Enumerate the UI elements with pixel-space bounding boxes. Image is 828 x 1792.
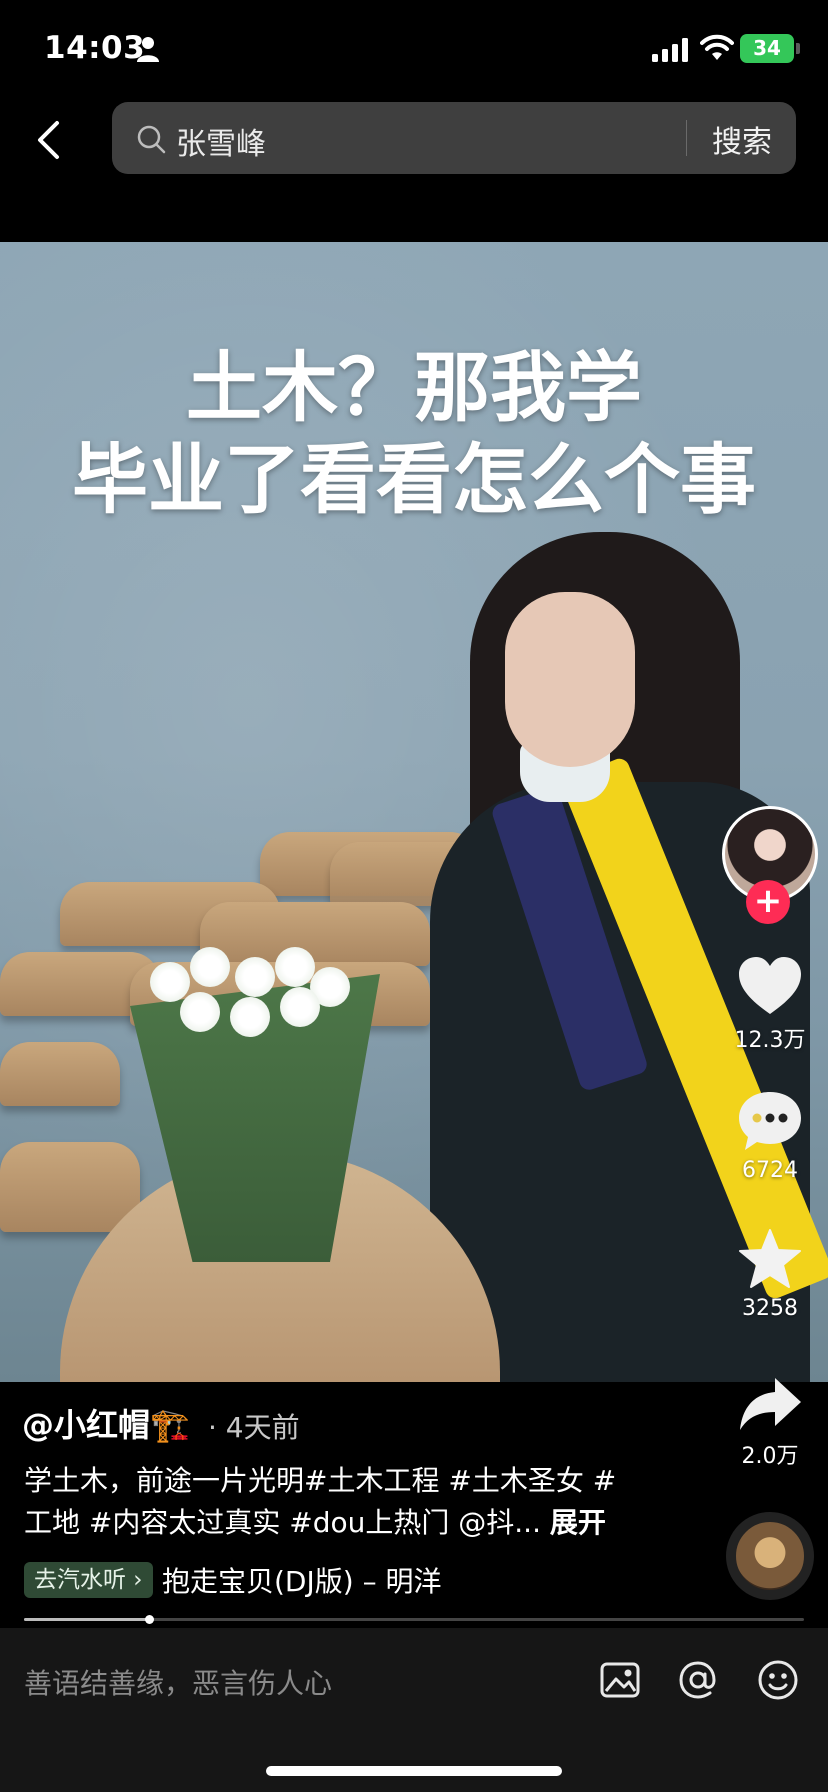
search-divider [686,120,687,156]
comment-count: 6724 [742,1158,798,1183]
follow-button[interactable]: + [746,880,790,924]
author-name[interactable]: @小红帽🏗️ [22,1400,190,1446]
at-icon[interactable] [676,1658,720,1702]
video-flower [150,962,190,1002]
video-player[interactable]: 土木？那我学 毕业了看看怎么个事 [0,242,828,1382]
video-flower [190,947,230,987]
person-icon [137,37,159,62]
battery-tip [796,43,800,54]
video-overlay-title-line1: 土木？那我学 [186,343,642,432]
search-icon [137,125,166,154]
video-seat [0,1142,140,1232]
emoji-icon[interactable] [756,1658,800,1702]
search-query: 张雪峰 [176,127,266,162]
video-flower [230,997,270,1037]
battery-icon: 34 [740,34,794,63]
like-button[interactable]: 12.3万 [722,956,818,1054]
music-disc-icon[interactable] [726,1512,814,1600]
video-overlay-title-line2: 毕业了看看怎么个事 [72,435,756,524]
status-bar: 14:03 34 [0,0,828,100]
music-title[interactable]: 抱走宝贝(DJ版) – 明洋 [162,1560,441,1600]
video-flower [235,957,275,997]
comment-input[interactable]: 善语结善缘，恶言伤人心 [24,1662,332,1702]
favorite-count: 3258 [742,1296,798,1321]
caption-text: 学土木，前途一片光明#土木工程 #土木圣女 #工地 #内容太过真实 #dou上热… [24,1464,617,1539]
comment-bar: 善语结善缘，恶言伤人心 [0,1628,828,1792]
video-seat [200,902,430,966]
wifi-icon [700,34,734,60]
video-progress-knob[interactable] [144,1615,154,1624]
video-person-face [505,592,635,767]
signal-icon [652,38,688,62]
share-arrow-icon [740,1378,801,1430]
expand-button[interactable]: 展开 [550,1506,606,1539]
video-flower [275,947,315,987]
video-flower [280,987,320,1027]
image-icon[interactable] [598,1658,642,1702]
favorite-button[interactable]: 3258 [722,1228,818,1321]
comment-button[interactable]: 6724 [722,1090,818,1183]
open-in-music-app-button[interactable]: 去汽水听 › [24,1562,153,1598]
share-count: 2.0万 [741,1444,799,1469]
chevron-left-icon [38,121,59,159]
battery-level: 34 [753,36,781,60]
post-caption[interactable]: 学土木，前途一片光明#土木工程 #土木圣女 #工地 #内容太过真实 #dou上热… [24,1460,644,1544]
back-button[interactable] [28,112,68,168]
heart-icon [739,957,801,1014]
comment-icon [739,1092,801,1150]
post-time: · 4天前 [208,1411,300,1444]
star-icon [739,1229,801,1288]
video-flower [180,992,220,1032]
search-button[interactable]: 搜索 [712,117,772,161]
home-indicator[interactable] [266,1766,562,1776]
video-progress-fill [24,1618,149,1621]
video-overlay-title: 土木？那我学 毕业了看看怎么个事 [0,342,828,526]
status-time: 14:03 [44,30,146,66]
like-count: 12.3万 [734,1028,806,1053]
video-seat [0,1042,120,1106]
search-input[interactable]: 张雪峰 搜索 [112,102,796,174]
share-button[interactable]: 2.0万 [722,1376,818,1470]
video-progress-bar[interactable] [24,1615,804,1624]
